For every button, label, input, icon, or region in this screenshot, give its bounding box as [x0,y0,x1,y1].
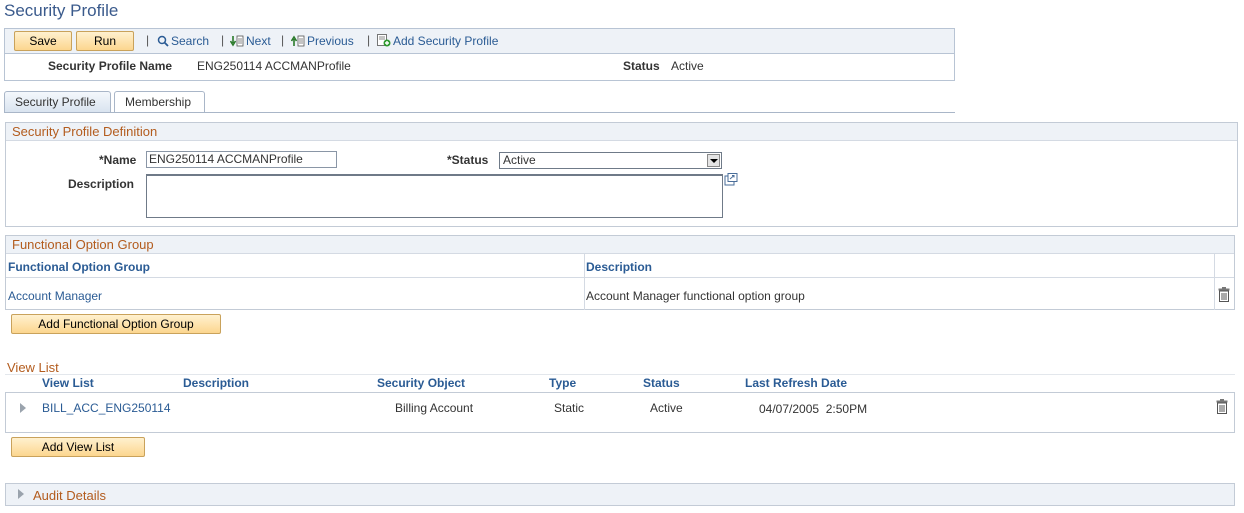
previous-icon [291,35,305,47]
tab-divider [4,112,955,113]
toolbar-separator: | [146,33,150,47]
save-button[interactable]: Save [14,31,72,51]
profile-status-label: Status [623,59,660,73]
previous-link[interactable]: Previous [291,34,354,48]
section-title-definition: Security Profile Definition [6,123,1237,141]
add-functional-option-group-button[interactable]: Add Functional Option Group [11,314,221,334]
fog-column-divider [1214,254,1215,310]
next-link[interactable]: Next [230,34,271,48]
functional-option-group-section: Functional Option Group Functional Optio… [5,235,1235,310]
vl-col-last-refresh-date[interactable]: Last Refresh Date [745,376,847,390]
description-field-label: Description [68,177,135,191]
section-title-audit-details[interactable]: Audit Details [33,488,106,503]
section-title-fog: Functional Option Group [6,236,1234,254]
security-profile-definition-section: Security Profile Definition *Name ENG250… [5,122,1238,227]
add-security-profile-label: Add Security Profile [393,34,499,48]
page-title: Security Profile [4,1,119,20]
expand-row-icon[interactable] [20,403,26,413]
previous-label: Previous [307,34,354,48]
search-icon [157,35,169,47]
profile-info-bar: Security Profile Name ENG250114 ACCMANPr… [4,54,955,81]
vl-row-status: Active [650,401,683,415]
profile-name-label: Security Profile Name [48,59,173,73]
audit-details-section[interactable]: Audit Details [5,483,1235,506]
next-icon [230,35,244,47]
view-list-divider [5,374,1235,375]
vl-col-description[interactable]: Description [183,376,249,390]
search-link[interactable]: Search [157,34,209,48]
toolbar-separator: | [221,33,225,47]
add-icon [377,34,391,47]
view-list-row: BILL_ACC_ENG250114 Billing Account Stati… [5,392,1235,433]
status-field-label: *Status [447,153,489,167]
fog-row-description: Account Manager functional option group [586,289,805,303]
section-title-view-list: View List [7,360,59,375]
chevron-down-icon[interactable] [707,154,720,167]
vl-col-type[interactable]: Type [549,376,576,390]
tab-security-profile[interactable]: Security Profile [4,91,111,113]
profile-name-value: ENG250114 ACCMANProfile [197,59,351,73]
delete-view-list-row-trash-icon[interactable] [1216,399,1228,414]
toolbar-separator: | [367,33,371,47]
name-field-label: *Name [99,153,137,167]
fog-row-group-link[interactable]: Account Manager [8,289,102,303]
vl-row-last-refresh-date: 04/07/2005 2:50PM [759,402,868,416]
vl-row-name-link[interactable]: BILL_ACC_ENG250114 [42,401,171,415]
vl-row-security-object: Billing Account [395,401,474,415]
add-security-profile-link[interactable]: Add Security Profile [377,34,498,48]
search-label: Search [171,34,210,48]
toolbar: Save Run | Search | Next | Previous | Ad… [4,28,955,54]
fog-col-description[interactable]: Description [586,260,652,274]
fog-col-group[interactable]: Functional Option Group [8,260,150,274]
status-select-value: Active [503,153,536,167]
tab-membership[interactable]: Membership [114,91,205,113]
vl-col-view-list[interactable]: View List [42,376,94,390]
delete-fog-row-trash-icon[interactable] [1218,287,1230,302]
add-view-list-button[interactable]: Add View List [11,437,145,457]
expand-textarea-icon[interactable] [724,173,738,186]
run-button[interactable]: Run [76,31,134,51]
fog-header-divider [6,277,1234,278]
profile-status-value: Active [671,59,704,73]
name-input[interactable]: ENG250114 ACCMANProfile [146,151,337,168]
description-textarea[interactable] [146,174,723,218]
expand-section-icon[interactable] [18,489,24,499]
vl-col-security-object[interactable]: Security Object [377,376,465,390]
vl-col-status[interactable]: Status [643,376,680,390]
next-label: Next [246,34,271,48]
fog-column-divider [584,254,585,310]
toolbar-separator: | [281,33,285,47]
vl-row-type: Static [554,401,585,415]
status-select[interactable]: Active [499,152,722,169]
